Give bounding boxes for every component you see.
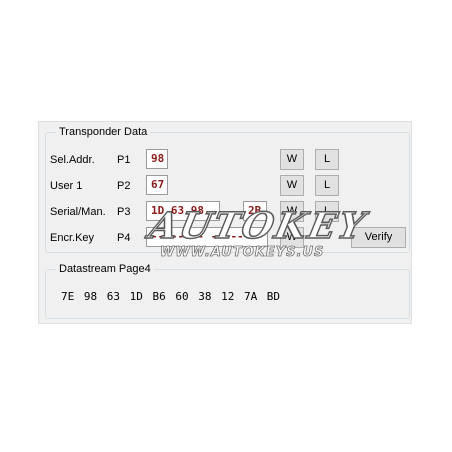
transponder-panel: Transponder Data Sel.Addr. P1 98 W L Use…	[38, 121, 412, 324]
sel-addr-field[interactable]: 98	[146, 149, 168, 169]
p3-label: P3	[117, 206, 131, 218]
lock-p2-button[interactable]: L	[315, 175, 339, 196]
datastream-title: Datastream Page4	[56, 262, 154, 276]
user1-label: User 1	[50, 180, 83, 192]
p2-label: P2	[117, 180, 131, 192]
serial-field[interactable]: 1D 63 98	[146, 201, 220, 221]
write-p2-button[interactable]: W	[280, 175, 304, 196]
transponder-data-title: Transponder Data	[56, 125, 151, 139]
p4-label: P4	[117, 232, 131, 244]
datastream-bytes: 7E 98 63 1D B6 60 38 12 7A BD	[61, 290, 281, 303]
encr-key-label: Encr.Key	[50, 232, 95, 244]
transponder-data-group: Transponder Data Sel.Addr. P1 98 W L Use…	[45, 125, 410, 253]
verify-button[interactable]: Verify	[351, 227, 406, 248]
write-p3-button[interactable]: W	[280, 201, 304, 222]
serial-man-label: Serial/Man.	[50, 206, 106, 218]
user1-field[interactable]: 67	[146, 175, 168, 195]
write-p4-button[interactable]: W	[280, 227, 304, 248]
write-p1-button[interactable]: W	[280, 149, 304, 170]
p1-label: P1	[117, 154, 131, 166]
manufacturer-field[interactable]: 2B	[243, 201, 267, 221]
encr-key-field[interactable]: -- -- -- -- -- --	[146, 227, 268, 247]
lock-p1-button[interactable]: L	[315, 149, 339, 170]
lock-p3-button[interactable]: L	[315, 201, 339, 222]
sel-addr-label: Sel.Addr.	[50, 154, 95, 166]
